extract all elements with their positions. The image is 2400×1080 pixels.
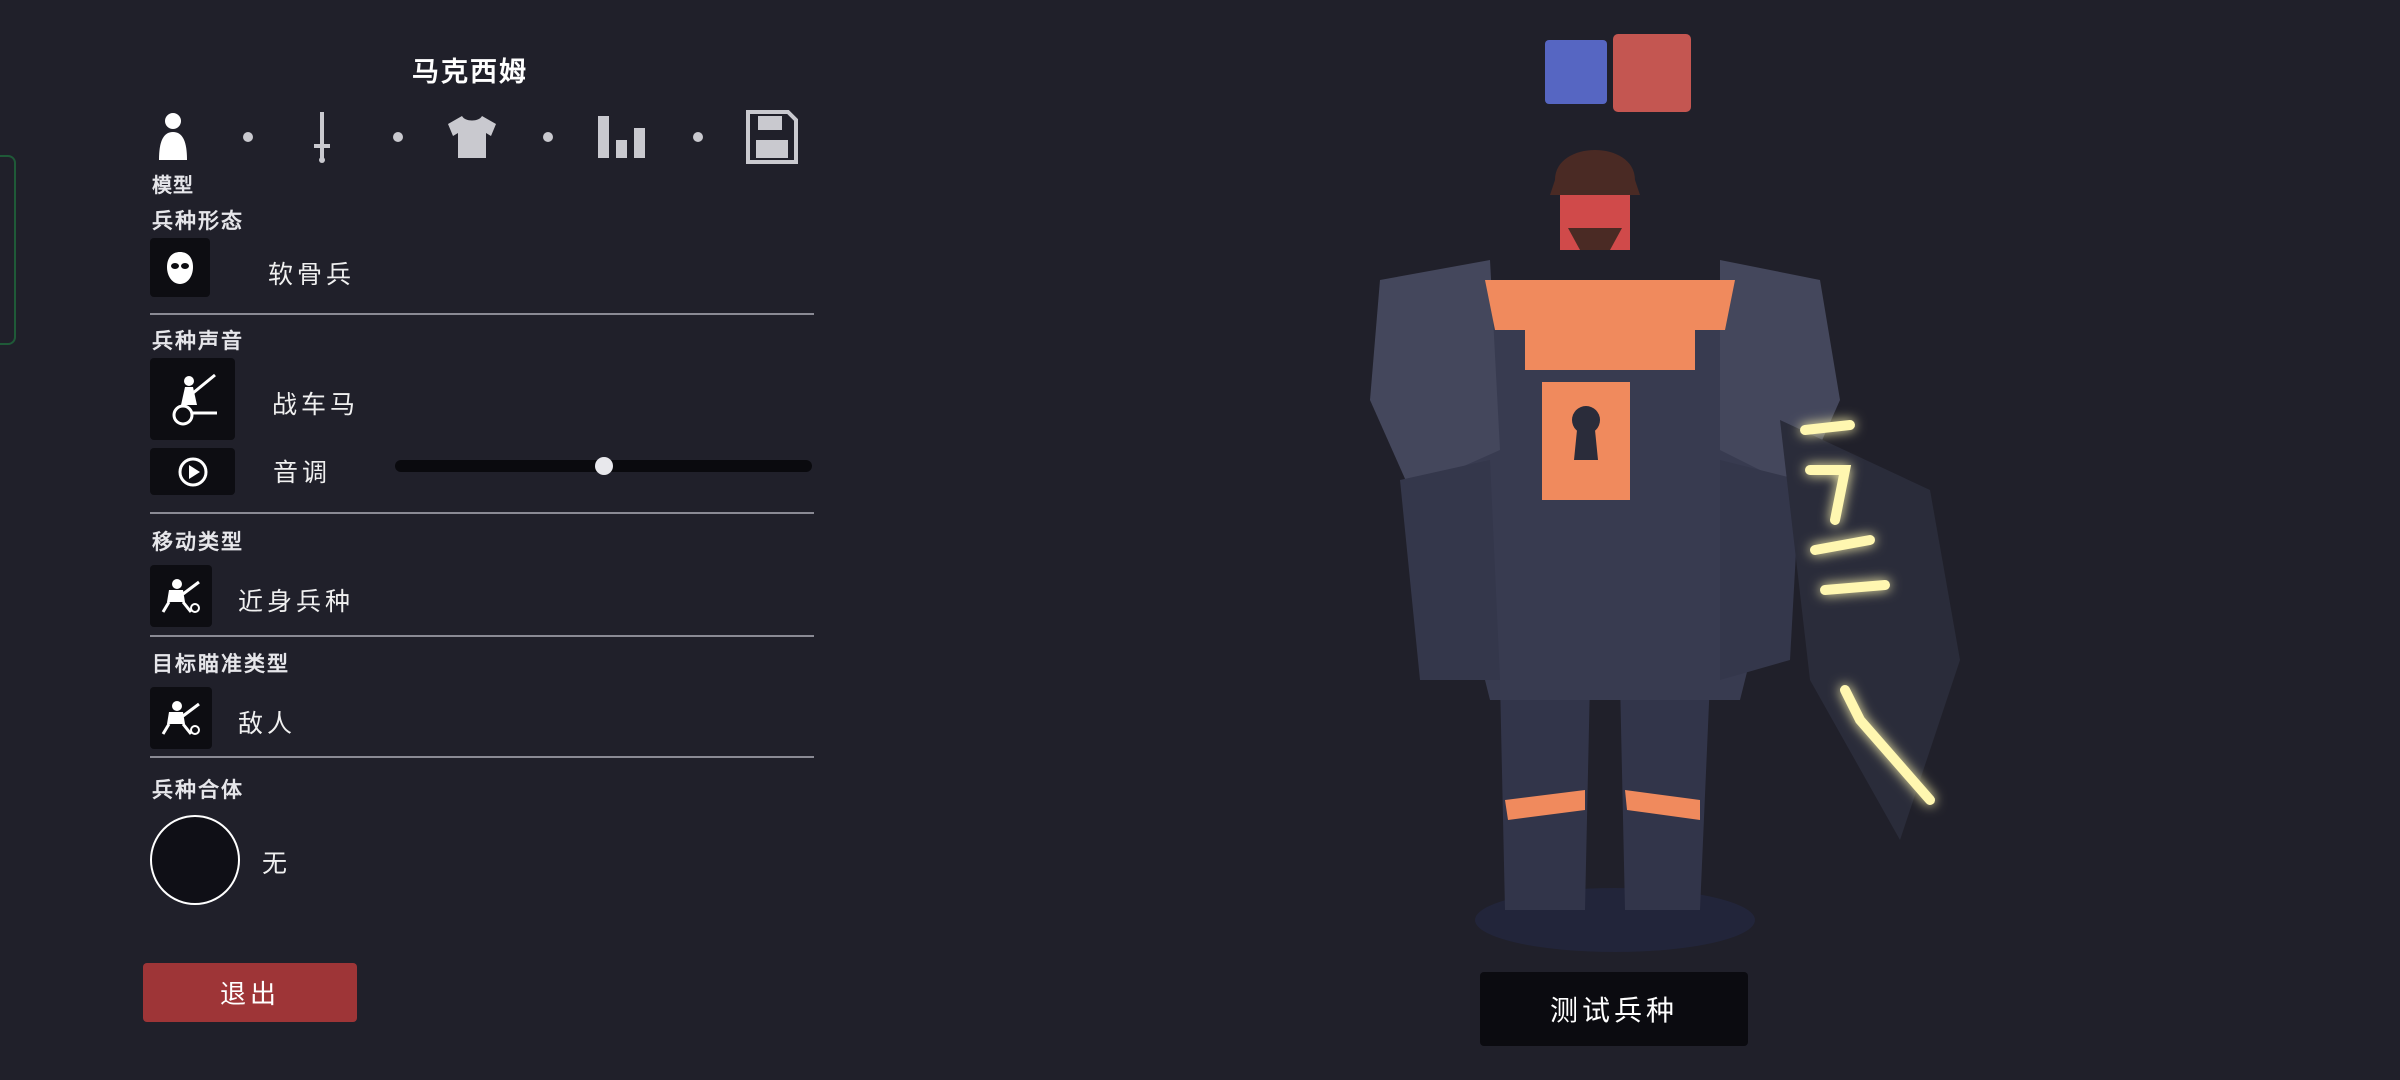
section-title-targeting: 目标瞄准类型	[152, 653, 290, 676]
right-arm	[1720, 460, 1800, 680]
side-panel-edge[interactable]	[0, 155, 16, 345]
unit-model-preview[interactable]	[1340, 120, 2020, 980]
chariot-icon	[172, 373, 217, 426]
target-icon	[161, 701, 200, 735]
hair	[1550, 150, 1640, 195]
movement-value[interactable]: 近身兵种	[238, 582, 354, 618]
form-selector[interactable]	[150, 238, 210, 297]
section-title-movement: 移动类型	[152, 531, 244, 554]
movement-selector[interactable]	[150, 565, 212, 627]
test-unit-button[interactable]: 测试兵种	[1480, 972, 1748, 1046]
left-arm	[1400, 460, 1500, 680]
divider	[150, 756, 814, 758]
tab-model[interactable]	[143, 107, 203, 167]
section-title-voice: 兵种声音	[152, 330, 244, 353]
tab-stats[interactable]	[592, 107, 652, 167]
melee-icon	[161, 579, 200, 613]
team-blue-button[interactable]	[1545, 40, 1607, 104]
merge-selector[interactable]	[150, 815, 240, 905]
tab-weapons[interactable]	[292, 107, 352, 167]
unit-name: 马克西姆	[412, 57, 528, 87]
divider	[150, 635, 814, 637]
tab-separator	[393, 132, 403, 142]
person-icon	[159, 113, 187, 160]
tab-separator	[693, 132, 703, 142]
targeting-value[interactable]: 敌人	[238, 704, 296, 740]
voice-selector[interactable]	[150, 358, 235, 440]
pitch-label: 音调	[273, 459, 332, 487]
shirt-icon	[448, 116, 496, 158]
targeting-selector[interactable]	[150, 687, 212, 749]
voice-value[interactable]: 战车马	[272, 385, 359, 421]
merge-value: 无	[262, 850, 292, 878]
spiked-mace	[1780, 420, 1960, 840]
sword-icon	[314, 112, 330, 163]
tab-separator	[543, 132, 553, 142]
pitch-slider[interactable]	[395, 457, 812, 475]
section-title-form: 兵种形态	[152, 210, 244, 233]
mask-icon	[167, 251, 193, 284]
section-title-merge: 兵种合体	[152, 779, 244, 802]
bar-chart-icon	[598, 116, 645, 158]
tab-label-model: 模型	[152, 175, 194, 197]
keyhole-slot	[1574, 420, 1598, 460]
tab-save[interactable]	[742, 107, 802, 167]
save-icon	[746, 110, 798, 164]
play-voice-button[interactable]	[150, 448, 235, 495]
pitch-slider-knob[interactable]	[594, 457, 613, 475]
play-icon	[178, 457, 207, 486]
form-value[interactable]: 软骨兵	[268, 255, 355, 291]
team-red-button[interactable]	[1613, 34, 1691, 112]
exit-button[interactable]: 退出	[143, 963, 357, 1022]
tab-separator	[243, 132, 253, 142]
divider	[150, 313, 814, 315]
left-shoulder	[1370, 260, 1500, 490]
tab-clothing[interactable]	[442, 107, 502, 167]
divider	[150, 512, 814, 514]
